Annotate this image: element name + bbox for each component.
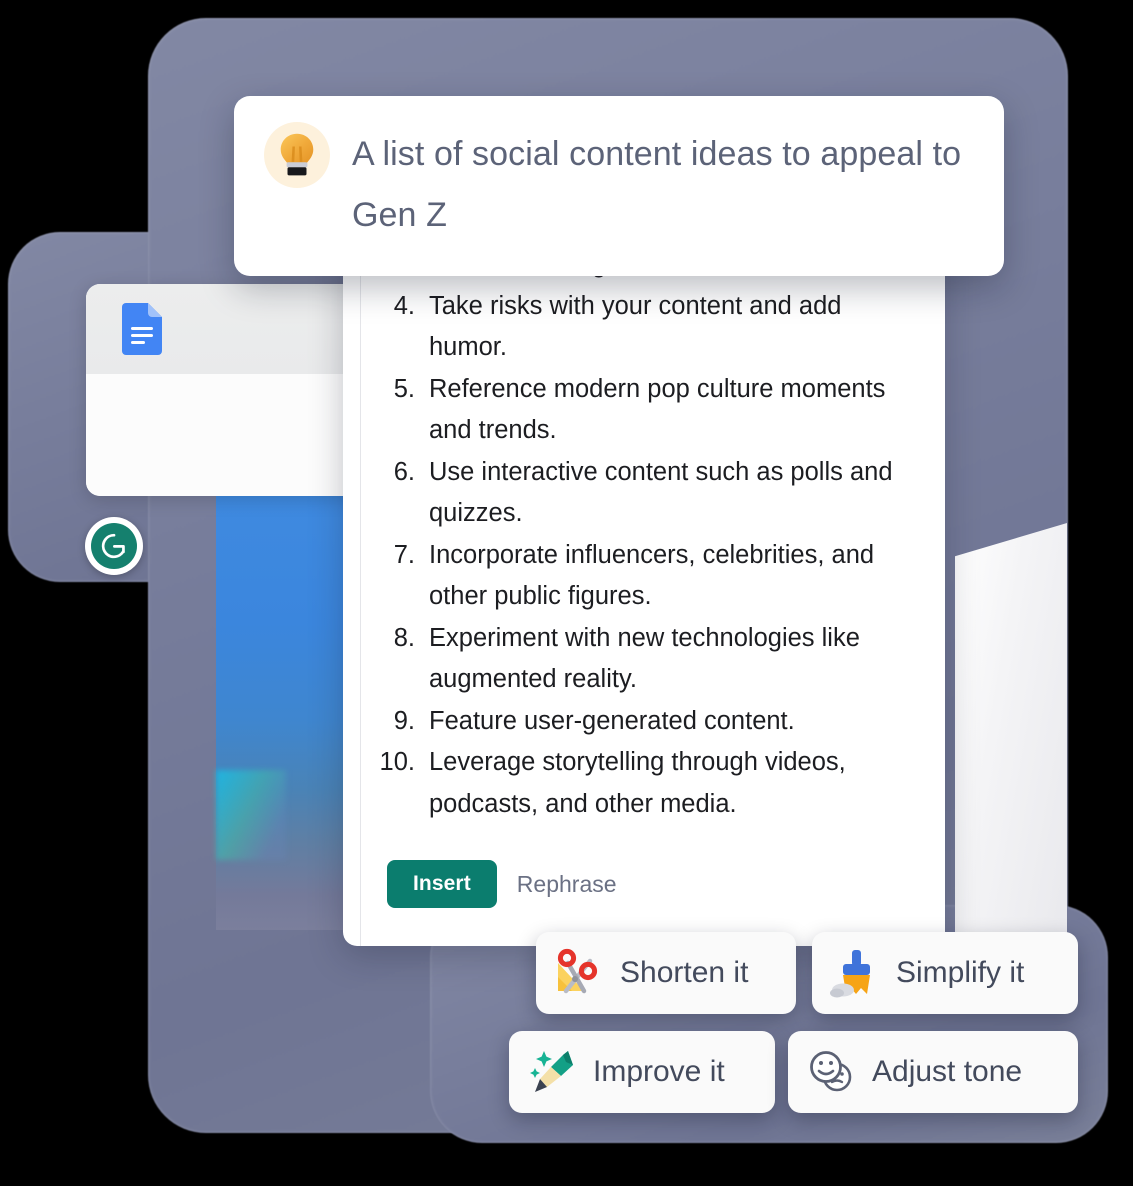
chip-improve-it[interactable]: Improve it [509, 1031, 775, 1113]
card-action-row: Insert Rephrase [387, 860, 623, 908]
broom-icon [830, 947, 882, 999]
chip-label: Adjust tone [872, 1055, 1023, 1088]
idea-list-item: Use interactive content such as polls an… [367, 452, 893, 528]
prompt-card: A list of social content ideas to appeal… [234, 96, 1004, 276]
idea-list-item: Reference modern pop culture moments and… [367, 369, 886, 445]
lightbulb-icon [264, 122, 330, 188]
idea-list-item: Leverage storytelling through videos, po… [367, 742, 846, 818]
idea-list-item: Take risks with your content and add hum… [367, 286, 842, 362]
chip-adjust-tone[interactable]: Adjust tone [788, 1031, 1078, 1113]
rephrase-button[interactable]: Rephrase [511, 863, 623, 906]
grammarly-logo-icon [91, 523, 137, 569]
sparkle-pencil-icon [527, 1046, 579, 1098]
idea-list-item: Experiment with new technologies like au… [367, 618, 860, 694]
chip-simplify-it[interactable]: Simplify it [812, 932, 1078, 1014]
idea-list: Use GIFs, images, and videos.Take risks … [343, 244, 945, 825]
scissors-icon [554, 947, 606, 999]
chip-shorten-it[interactable]: Shorten it [536, 932, 796, 1014]
smiley-faces-icon [806, 1046, 858, 1098]
chip-label: Improve it [593, 1055, 725, 1088]
document-page-edge [955, 523, 1067, 938]
chip-label: Shorten it [620, 956, 749, 989]
prompt-text: A list of social content ideas to appeal… [352, 135, 962, 234]
idea-list-item: Incorporate influencers, celebrities, an… [367, 535, 875, 611]
idea-list-item: Feature user-generated content. [367, 701, 795, 742]
chip-label: Simplify it [896, 956, 1025, 989]
grammarly-badge[interactable] [85, 517, 143, 575]
google-docs-icon [122, 303, 162, 355]
insert-button[interactable]: Insert [387, 860, 497, 908]
